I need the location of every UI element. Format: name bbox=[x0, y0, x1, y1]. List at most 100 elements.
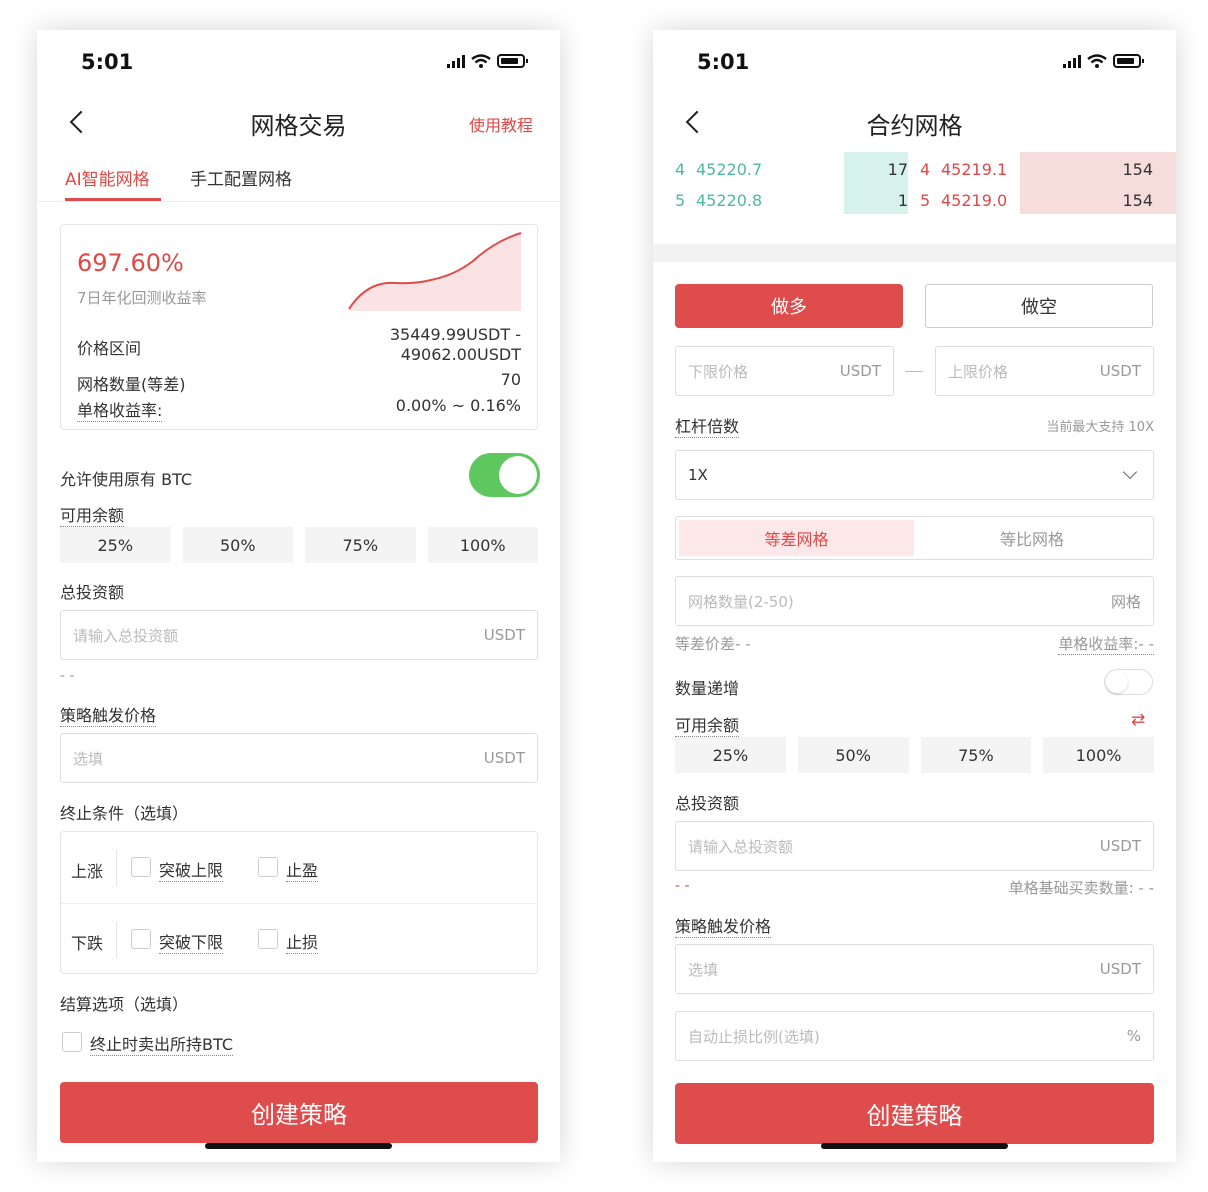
percent-buttons: 25% 50% 75% 100% bbox=[675, 737, 1154, 773]
bid-price: 45220.7 bbox=[696, 160, 763, 179]
home-indicator bbox=[821, 1143, 1008, 1149]
grid-count-input[interactable]: 网格数量(2-50) 网格 bbox=[675, 576, 1154, 626]
stop-loss-checkbox[interactable] bbox=[258, 929, 278, 949]
total-invest-input[interactable]: 请输入总投资额 USDT bbox=[60, 610, 538, 660]
break-upper-label: 突破上限 bbox=[159, 857, 224, 882]
tab-divider bbox=[37, 201, 560, 202]
grid-count-unit: 网格 bbox=[1110, 592, 1141, 611]
percent-50-button[interactable]: 50% bbox=[182, 527, 293, 563]
status-time: 5:01 bbox=[697, 50, 750, 74]
status-time: 5:01 bbox=[81, 50, 134, 74]
bid-qty: 17 bbox=[887, 160, 908, 179]
auto-stop-loss-unit: % bbox=[1126, 1027, 1141, 1045]
percent-100-button[interactable]: 100% bbox=[427, 527, 538, 563]
ask-price: 45219.1 bbox=[941, 160, 1008, 179]
arith-diff-label: 等差价差- - bbox=[675, 635, 751, 653]
yield-trend-chart bbox=[348, 232, 522, 311]
rise-divider bbox=[116, 850, 117, 886]
total-invest-input[interactable]: 请输入总投资额 USDT bbox=[675, 821, 1154, 871]
break-upper-checkbox[interactable] bbox=[131, 857, 151, 877]
trigger-price-input[interactable]: 选填 USDT bbox=[675, 944, 1154, 994]
upper-price-placeholder: 上限价格 bbox=[948, 362, 1009, 381]
price-range-label: 价格区间 bbox=[77, 339, 142, 358]
create-strategy-button[interactable]: 创建策略 bbox=[60, 1082, 538, 1143]
price-range-low: 35449.99USDT - bbox=[389, 325, 521, 344]
percent-25-button[interactable]: 25% bbox=[60, 527, 171, 563]
trigger-price-unit: USDT bbox=[483, 749, 525, 767]
sell-btc-label: 终止时卖出所持BTC bbox=[90, 1031, 233, 1056]
status-icons bbox=[447, 54, 528, 68]
battery-icon bbox=[1113, 54, 1144, 68]
stop-conditions-label: 终止条件（选填） bbox=[60, 804, 189, 823]
leverage-select[interactable]: 1X bbox=[675, 450, 1154, 500]
wifi-icon bbox=[471, 54, 491, 68]
upper-price-input[interactable]: 上限价格 USDT bbox=[935, 346, 1154, 396]
grid-type-arith[interactable]: 等差网格 bbox=[679, 520, 914, 556]
lower-price-input[interactable]: 下限价格 USDT bbox=[675, 346, 894, 396]
upper-price-unit: USDT bbox=[1099, 362, 1141, 380]
ask-price: 45219.0 bbox=[941, 191, 1008, 210]
fall-label: 下跌 bbox=[71, 934, 104, 953]
qty-increase-label: 数量递增 bbox=[675, 679, 740, 698]
rise-label: 上涨 bbox=[71, 862, 104, 881]
take-profit-checkbox[interactable] bbox=[258, 857, 278, 877]
bid-qty: 1 bbox=[897, 191, 908, 210]
transfer-icon[interactable]: ⇄ bbox=[1131, 710, 1145, 730]
invest-hint-dashes: - - bbox=[675, 878, 690, 894]
base-qty-label: 单格基础买卖数量: - - bbox=[1008, 879, 1154, 897]
break-lower-checkbox[interactable] bbox=[131, 929, 151, 949]
percent-buttons: 25% 50% 75% 100% bbox=[60, 527, 538, 563]
wifi-icon bbox=[1087, 54, 1107, 68]
allow-btc-toggle[interactable] bbox=[469, 453, 540, 497]
fall-divider bbox=[116, 922, 117, 958]
range-dash bbox=[905, 371, 923, 372]
trigger-price-label: 策略触发价格 bbox=[60, 702, 157, 727]
leverage-max-hint: 当前最大支持 10X bbox=[1046, 420, 1154, 435]
auto-stop-loss-placeholder: 自动止损比例(选填) bbox=[688, 1027, 820, 1046]
percent-25-button[interactable]: 25% bbox=[675, 737, 786, 773]
trigger-price-placeholder: 选填 bbox=[73, 749, 104, 768]
percent-50-button[interactable]: 50% bbox=[797, 737, 909, 773]
available-balance-label: 可用余额 bbox=[675, 712, 740, 737]
long-button[interactable]: 做多 bbox=[675, 284, 903, 328]
signal-icon bbox=[1063, 54, 1081, 68]
sell-btc-checkbox[interactable] bbox=[62, 1032, 82, 1052]
ask-qty: 154 bbox=[1122, 160, 1153, 179]
settle-options-label: 结算选项（选填） bbox=[60, 995, 189, 1014]
battery-icon bbox=[497, 54, 528, 68]
grid-count-label: 网格数量(等差) bbox=[77, 375, 186, 394]
percent-75-button[interactable]: 75% bbox=[305, 527, 416, 563]
qty-increase-toggle[interactable] bbox=[1104, 669, 1153, 695]
grid-count-placeholder: 网格数量(2-50) bbox=[688, 592, 794, 611]
trigger-price-placeholder: 选填 bbox=[688, 960, 719, 979]
left-phone-screen: 5:01 网格交易 使用教程 AI智能网格 手工配置网格 697.60% 7日年… bbox=[37, 30, 560, 1162]
trigger-price-input[interactable]: 选填 USDT bbox=[60, 733, 538, 783]
bid-price: 45220.8 bbox=[696, 191, 763, 210]
ask-index: 4 bbox=[920, 160, 931, 179]
chevron-down-icon bbox=[1122, 464, 1138, 480]
tab-ai-grid[interactable]: AI智能网格 bbox=[65, 165, 150, 190]
percent-100-button[interactable]: 100% bbox=[1043, 737, 1154, 773]
grid-type-geo[interactable]: 等比网格 bbox=[914, 520, 1150, 556]
trigger-price-label: 策略触发价格 bbox=[675, 913, 772, 938]
ask-qty: 154 bbox=[1122, 191, 1153, 210]
lower-price-placeholder: 下限价格 bbox=[688, 362, 749, 381]
invest-hint-dashes: - - bbox=[60, 668, 75, 684]
per-grid-yield-label: 单格收益率: bbox=[77, 397, 163, 422]
leverage-label: 杠杆倍数 bbox=[675, 413, 740, 438]
ai-summary-card: 697.60% 7日年化回测收益率 价格区间 35449.99USDT - 49… bbox=[60, 224, 538, 430]
status-icons bbox=[1063, 54, 1144, 68]
price-range-high: 49062.00USDT bbox=[400, 345, 521, 364]
percent-75-button[interactable]: 75% bbox=[920, 737, 1032, 773]
per-grid-yield-label: 单格收益率:- - bbox=[1058, 635, 1154, 655]
total-invest-label: 总投资额 bbox=[60, 583, 125, 602]
allow-btc-label: 允许使用原有 BTC bbox=[60, 470, 193, 489]
short-button[interactable]: 做空 bbox=[925, 284, 1153, 328]
auto-stop-loss-input[interactable]: 自动止损比例(选填) % bbox=[675, 1011, 1154, 1061]
leverage-value: 1X bbox=[688, 466, 708, 484]
create-strategy-button[interactable]: 创建策略 bbox=[675, 1083, 1154, 1144]
grid-type-segment: 等差网格 等比网格 bbox=[675, 516, 1154, 560]
tab-manual-grid[interactable]: 手工配置网格 bbox=[190, 165, 292, 190]
take-profit-label: 止盈 bbox=[286, 857, 319, 882]
tutorial-link[interactable]: 使用教程 bbox=[469, 112, 533, 136]
